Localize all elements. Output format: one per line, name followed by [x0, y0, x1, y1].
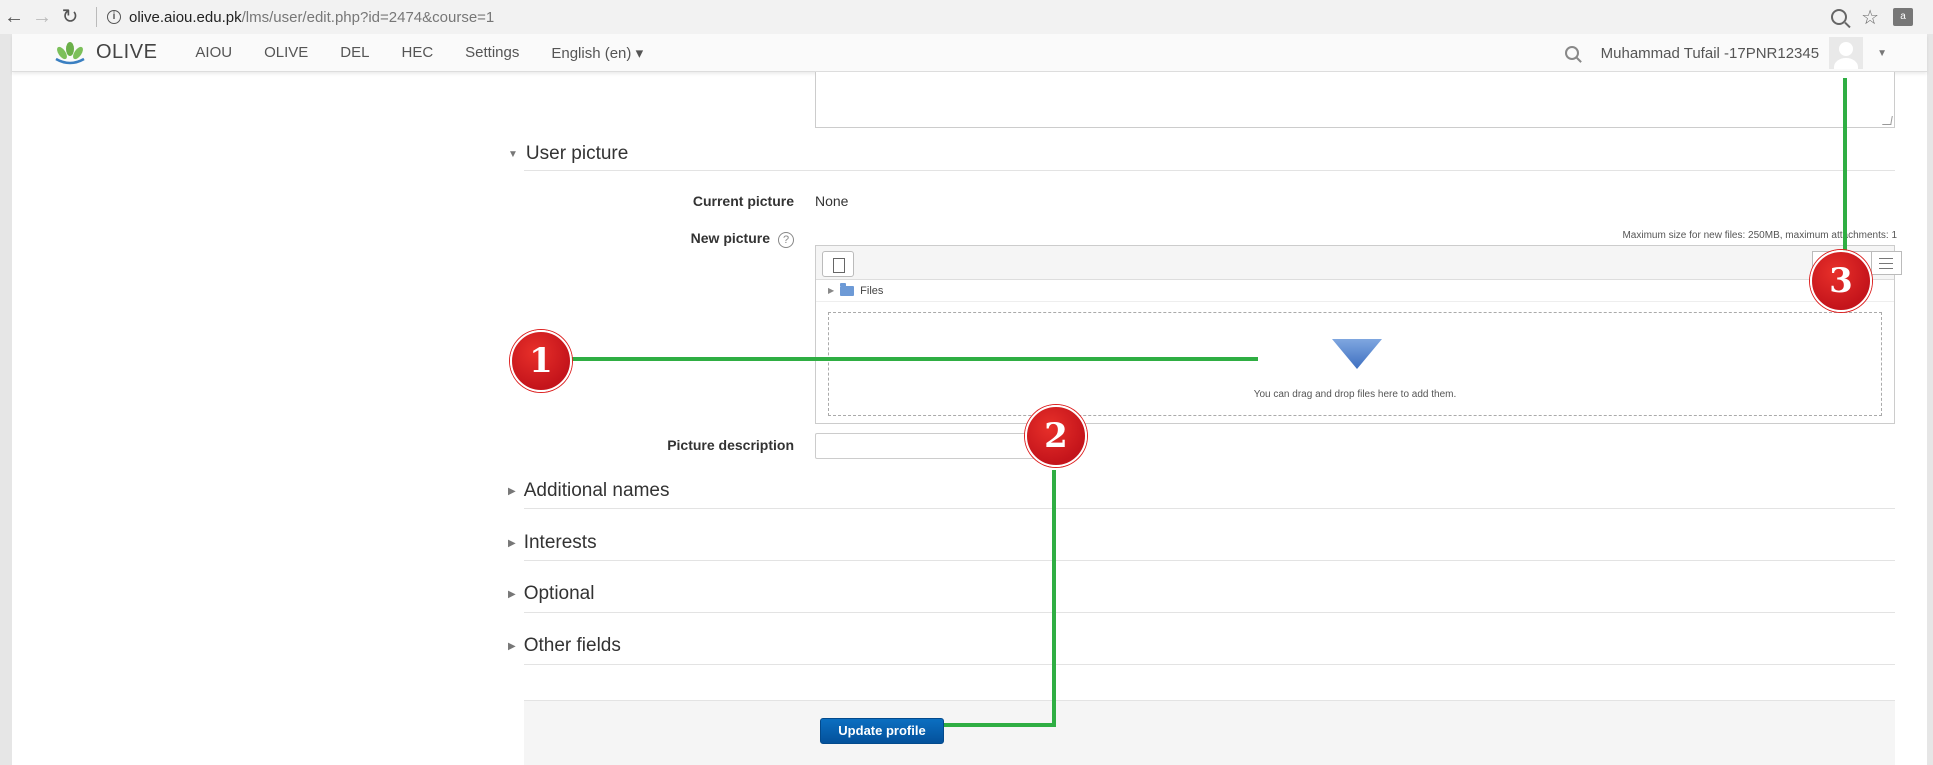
picture-description-label: Picture description — [667, 437, 794, 453]
address-bar[interactable]: i olive.aiou.edu.pk/lms/user/edit.php?id… — [92, 7, 494, 27]
annotation-line-1 — [545, 357, 1258, 361]
file-path-bar: ▶ Files — [816, 280, 1894, 302]
path-arrow-icon: ▶ — [828, 286, 835, 295]
update-profile-button[interactable]: Update profile — [820, 718, 944, 744]
search-icon[interactable] — [1564, 46, 1579, 60]
logo-text: OLIVE — [96, 41, 158, 63]
picture-description-input[interactable] — [815, 433, 1055, 459]
current-picture-value: None — [815, 193, 849, 209]
current-picture-label: Current picture — [692, 193, 794, 209]
dropzone-text: You can drag and drop files here to add … — [1253, 389, 1457, 400]
form-actions — [524, 700, 1895, 765]
section-divider — [524, 560, 1895, 561]
section-title: Other fields — [523, 635, 621, 656]
url-host: olive.aiou.edu.pk — [129, 8, 242, 26]
collapsed-triangle-icon: ▶ — [508, 537, 516, 549]
avatar[interactable] — [1829, 37, 1864, 69]
user-menu-caret-icon[interactable]: ▼ — [1877, 48, 1887, 59]
collapsed-triangle-icon: ▶ — [508, 485, 516, 497]
section-user-picture[interactable]: ▼ User picture — [508, 139, 628, 169]
annotation-line-3 — [1843, 78, 1847, 274]
forward-arrow-icon[interactable]: → — [28, 0, 56, 34]
zoom-icon[interactable] — [1831, 9, 1848, 25]
new-picture-text: New picture — [690, 230, 770, 246]
description-textarea[interactable] — [815, 72, 1895, 128]
add-file-icon[interactable] — [822, 251, 854, 277]
section-interests[interactable]: ▶ Interests — [508, 528, 597, 558]
section-title: Optional — [523, 583, 595, 604]
annotation-line-2-vertical — [1052, 470, 1056, 727]
address-divider — [96, 7, 97, 27]
section-title: User picture — [525, 143, 629, 164]
url-path: /lms/user/edit.php?id=2474&course=1 — [241, 8, 495, 26]
section-additional-names[interactable]: ▶ Additional names — [508, 476, 669, 506]
annotation-badge-3: 3 — [1810, 250, 1872, 312]
download-arrow-icon — [1332, 339, 1382, 369]
section-divider — [524, 508, 1895, 509]
olive-leaf-icon — [55, 41, 85, 64]
info-icon[interactable]: i — [107, 10, 121, 24]
site-navbar: OLIVE AIOU OLIVE DEL HEC Settings Englis… — [12, 34, 1927, 72]
back-arrow-icon[interactable]: ← — [0, 0, 28, 34]
section-title: Additional names — [523, 480, 670, 501]
left-margin — [0, 0, 12, 765]
file-manager-toolbar — [816, 246, 1902, 280]
nav-item-settings[interactable]: Settings — [465, 44, 519, 61]
section-title: Interests — [523, 532, 597, 553]
folder-icon — [840, 282, 855, 296]
annotation-line-2-horizontal — [944, 723, 1056, 727]
section-divider — [524, 612, 1895, 613]
nav-item-aiou[interactable]: AIOU — [195, 44, 232, 61]
extension-icon[interactable]: a — [1893, 8, 1913, 26]
files-folder-label[interactable]: Files — [860, 285, 883, 297]
list-view-button[interactable] — [1872, 251, 1902, 275]
nav-item-del[interactable]: DEL — [340, 44, 369, 61]
reload-icon[interactable]: ↻ — [56, 0, 84, 34]
annotation-badge-1: 1 — [510, 330, 572, 392]
language-dropdown[interactable]: English (en) ▾ — [551, 44, 643, 62]
new-picture-label: New picture? — [691, 230, 794, 248]
user-name[interactable]: Muhammad Tufail -17PNR12345 — [1601, 45, 1819, 62]
nav-item-hec[interactable]: HEC — [401, 44, 433, 61]
section-divider — [524, 170, 1895, 171]
file-manager: ▶ Files You can drag and drop files here… — [815, 245, 1902, 424]
nav-item-olive[interactable]: OLIVE — [264, 44, 308, 61]
right-scrollbar[interactable] — [1927, 0, 1933, 765]
collapsed-triangle-icon: ▶ — [508, 640, 516, 652]
file-dropzone[interactable]: You can drag and drop files here to add … — [828, 312, 1882, 416]
browser-toolbar: ← → ↻ i olive.aiou.edu.pk/lms/user/edit.… — [0, 0, 1933, 34]
annotation-badge-2: 2 — [1025, 405, 1087, 467]
list-icon — [1879, 258, 1893, 269]
section-optional[interactable]: ▶ Optional — [508, 579, 594, 609]
section-other-fields[interactable]: ▶ Other fields — [508, 631, 621, 661]
olive-logo[interactable]: OLIVE — [52, 41, 157, 65]
section-divider — [524, 664, 1895, 665]
page: ← → ↻ i olive.aiou.edu.pk/lms/user/edit.… — [0, 0, 1933, 765]
collapsed-triangle-icon: ▶ — [508, 588, 516, 600]
help-icon[interactable]: ? — [778, 232, 794, 248]
expanded-triangle-icon: ▼ — [508, 148, 518, 160]
max-size-note: Maximum size for new files: 250MB, maxim… — [1622, 230, 1897, 241]
bookmark-star-icon[interactable]: ☆ — [1861, 5, 1879, 30]
